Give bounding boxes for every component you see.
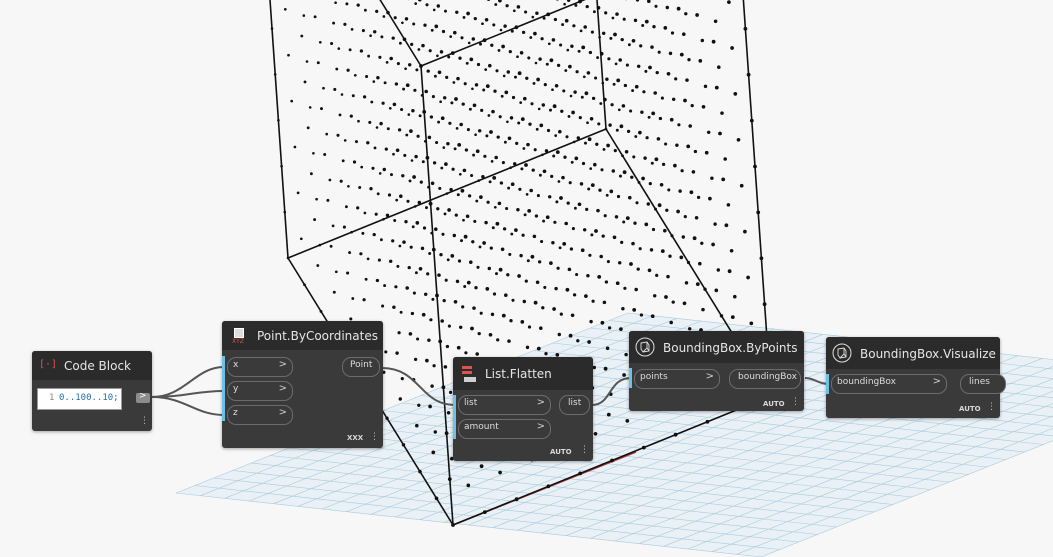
input-port-list[interactable]: list > bbox=[458, 395, 551, 415]
node-header[interactable]: List.Flatten bbox=[453, 357, 593, 390]
geometry-preview[interactable] bbox=[0, 0, 1053, 557]
chevron-right-icon: > bbox=[278, 359, 287, 370]
input-port-points[interactable]: points > bbox=[634, 369, 720, 389]
list-flatten-icon bbox=[461, 365, 477, 383]
input-y-label: y bbox=[233, 384, 239, 394]
input-amount-label: amount bbox=[464, 422, 499, 432]
chevron-right-icon: > bbox=[536, 421, 545, 432]
chevron-right-icon: > bbox=[932, 376, 941, 387]
output-port-point[interactable]: Point bbox=[342, 357, 380, 377]
lacing-label[interactable]: AUTO bbox=[550, 448, 572, 456]
chevron-right-icon: > bbox=[536, 397, 545, 408]
input-list-label: list bbox=[464, 398, 478, 408]
lacing-label[interactable]: AUTO bbox=[959, 405, 981, 413]
input-accent bbox=[826, 374, 829, 394]
node-header[interactable]: BoundingBox.ByPoints bbox=[629, 331, 804, 363]
node-header[interactable]: [·] Code Block bbox=[32, 351, 152, 380]
node-header[interactable]: XYZ Point.ByCoordinates bbox=[222, 321, 383, 350]
node-menu-icon[interactable]: ⋮ bbox=[791, 398, 800, 407]
chevron-right-icon: > bbox=[278, 407, 287, 418]
node-title: Point.ByCoordinates bbox=[257, 329, 378, 343]
output-port-bounding-box[interactable]: boundingBox bbox=[729, 369, 801, 389]
output-bounding-box-label: boundingBox bbox=[738, 372, 797, 382]
code-block-icon: [·] bbox=[39, 359, 58, 370]
point-by-coordinates-node[interactable]: XYZ Point.ByCoordinates x > y > z > Poin… bbox=[222, 321, 383, 448]
list-flatten-node[interactable]: List.Flatten list > amount > list AUTO ⋮ bbox=[453, 357, 593, 461]
output-port[interactable]: > bbox=[136, 391, 150, 403]
dynamo-canvas[interactable]: [·] Code Block 1 0..100..10; > ⋮ XYZ Poi… bbox=[0, 0, 1053, 557]
lacing-label[interactable]: XXX bbox=[347, 434, 363, 442]
lacing-label[interactable]: AUTO bbox=[763, 400, 785, 408]
node-title: BoundingBox.ByPoints bbox=[663, 341, 798, 355]
bounding-box-icon bbox=[635, 337, 655, 357]
output-point-label: Point bbox=[350, 360, 373, 370]
node-menu-icon[interactable]: ⋮ bbox=[580, 446, 589, 455]
point-icon bbox=[234, 328, 244, 338]
node-menu-icon[interactable]: ⋮ bbox=[370, 433, 379, 442]
input-accent bbox=[629, 368, 632, 388]
bounding-box-by-points-node[interactable]: BoundingBox.ByPoints points > boundingBo… bbox=[629, 331, 804, 411]
chevron-right-icon: > bbox=[139, 391, 147, 401]
xyz-caption: XYZ bbox=[232, 338, 244, 345]
node-menu-icon[interactable]: ⋮ bbox=[987, 403, 996, 412]
input-z-label: z bbox=[233, 408, 238, 418]
input-bounding-box-label: boundingBox bbox=[837, 377, 896, 387]
node-header[interactable]: BoundingBox.Visualize bbox=[826, 337, 1000, 369]
input-port-z[interactable]: z > bbox=[227, 405, 293, 425]
input-port-bounding-box[interactable]: boundingBox > bbox=[831, 374, 947, 394]
node-title: BoundingBox.Visualize bbox=[860, 347, 996, 361]
bounding-box-visualize-node[interactable]: BoundingBox.Visualize boundingBox > line… bbox=[826, 337, 1006, 418]
output-port-list[interactable]: list bbox=[559, 395, 590, 415]
input-port-x[interactable]: x > bbox=[227, 357, 293, 377]
code-text[interactable]: 0..100..10; bbox=[59, 393, 119, 403]
output-list-label: list bbox=[568, 398, 582, 408]
line-number: 1 bbox=[49, 393, 55, 403]
chevron-right-icon: > bbox=[705, 371, 714, 382]
input-accent bbox=[222, 356, 225, 421]
input-accent bbox=[453, 395, 456, 439]
input-points-label: points bbox=[640, 372, 668, 382]
node-title: List.Flatten bbox=[485, 367, 552, 381]
code-block-node[interactable]: [·] Code Block 1 0..100..10; > ⋮ bbox=[32, 351, 152, 431]
chevron-right-icon: > bbox=[278, 383, 287, 394]
node-menu-icon[interactable]: ⋮ bbox=[140, 417, 149, 426]
input-port-y[interactable]: y > bbox=[227, 381, 293, 401]
code-editor[interactable]: 1 0..100..10; bbox=[37, 388, 122, 410]
input-port-amount[interactable]: amount > bbox=[458, 419, 551, 439]
output-lines-label: lines bbox=[969, 377, 990, 387]
input-x-label: x bbox=[233, 360, 239, 370]
node-title: Code Block bbox=[64, 359, 131, 373]
bounding-box-icon bbox=[832, 343, 852, 363]
output-port-lines[interactable]: lines bbox=[960, 374, 1006, 394]
